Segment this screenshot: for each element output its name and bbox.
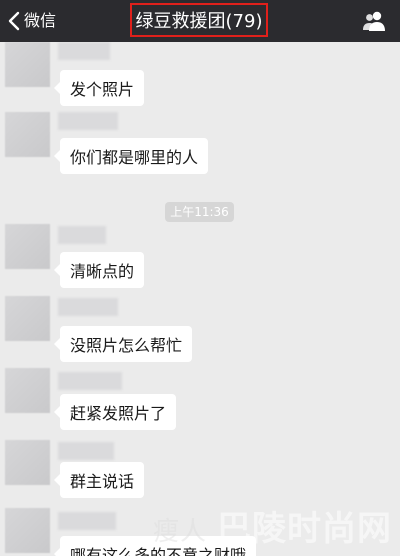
sender-name (58, 226, 106, 244)
message-bubble[interactable]: 没照片怎么帮忙 (53, 326, 193, 362)
avatar[interactable] (5, 224, 50, 269)
back-label: 微信 (24, 11, 57, 30)
message-bubble[interactable]: 赶紧发照片了 (53, 394, 177, 430)
message-bubble[interactable]: 发个照片 (53, 70, 145, 106)
chevron-left-icon (8, 11, 20, 31)
sender-name (58, 42, 110, 60)
chat-area[interactable]: 发个照片 你们都是哪里的人 上午11:36 清晰点的 没照片怎么帮忙 赶紧发照片… (0, 42, 400, 556)
watermark: 瘦人 巴陵时尚网 (153, 501, 392, 550)
message-bubble[interactable]: 你们都是哪里的人 (53, 138, 209, 174)
group-members-icon[interactable] (362, 10, 386, 32)
avatar[interactable] (5, 508, 50, 553)
sender-name (58, 512, 116, 530)
message-bubble[interactable]: 清晰点的 (53, 252, 145, 288)
watermark-main: 巴陵时尚网 (217, 509, 392, 549)
message-bubble[interactable]: 群主说话 (53, 462, 145, 498)
sender-name (58, 372, 122, 390)
avatar[interactable] (5, 112, 50, 157)
back-button[interactable]: 微信 (8, 8, 56, 34)
sender-name (58, 298, 118, 316)
avatar[interactable] (5, 42, 50, 87)
avatar[interactable] (5, 440, 50, 485)
chat-title: 绿豆救援团(79) (135, 11, 263, 32)
avatar[interactable] (5, 368, 50, 413)
avatar[interactable] (5, 296, 50, 341)
sender-name (58, 442, 114, 460)
timestamp: 上午11:36 (165, 202, 234, 222)
watermark-dim: 瘦人 (152, 517, 207, 547)
navigation-bar: 微信 绿豆救援团(79) (0, 0, 400, 42)
title-highlight-box: 绿豆救援团(79) (130, 3, 268, 37)
sender-name (58, 112, 118, 130)
